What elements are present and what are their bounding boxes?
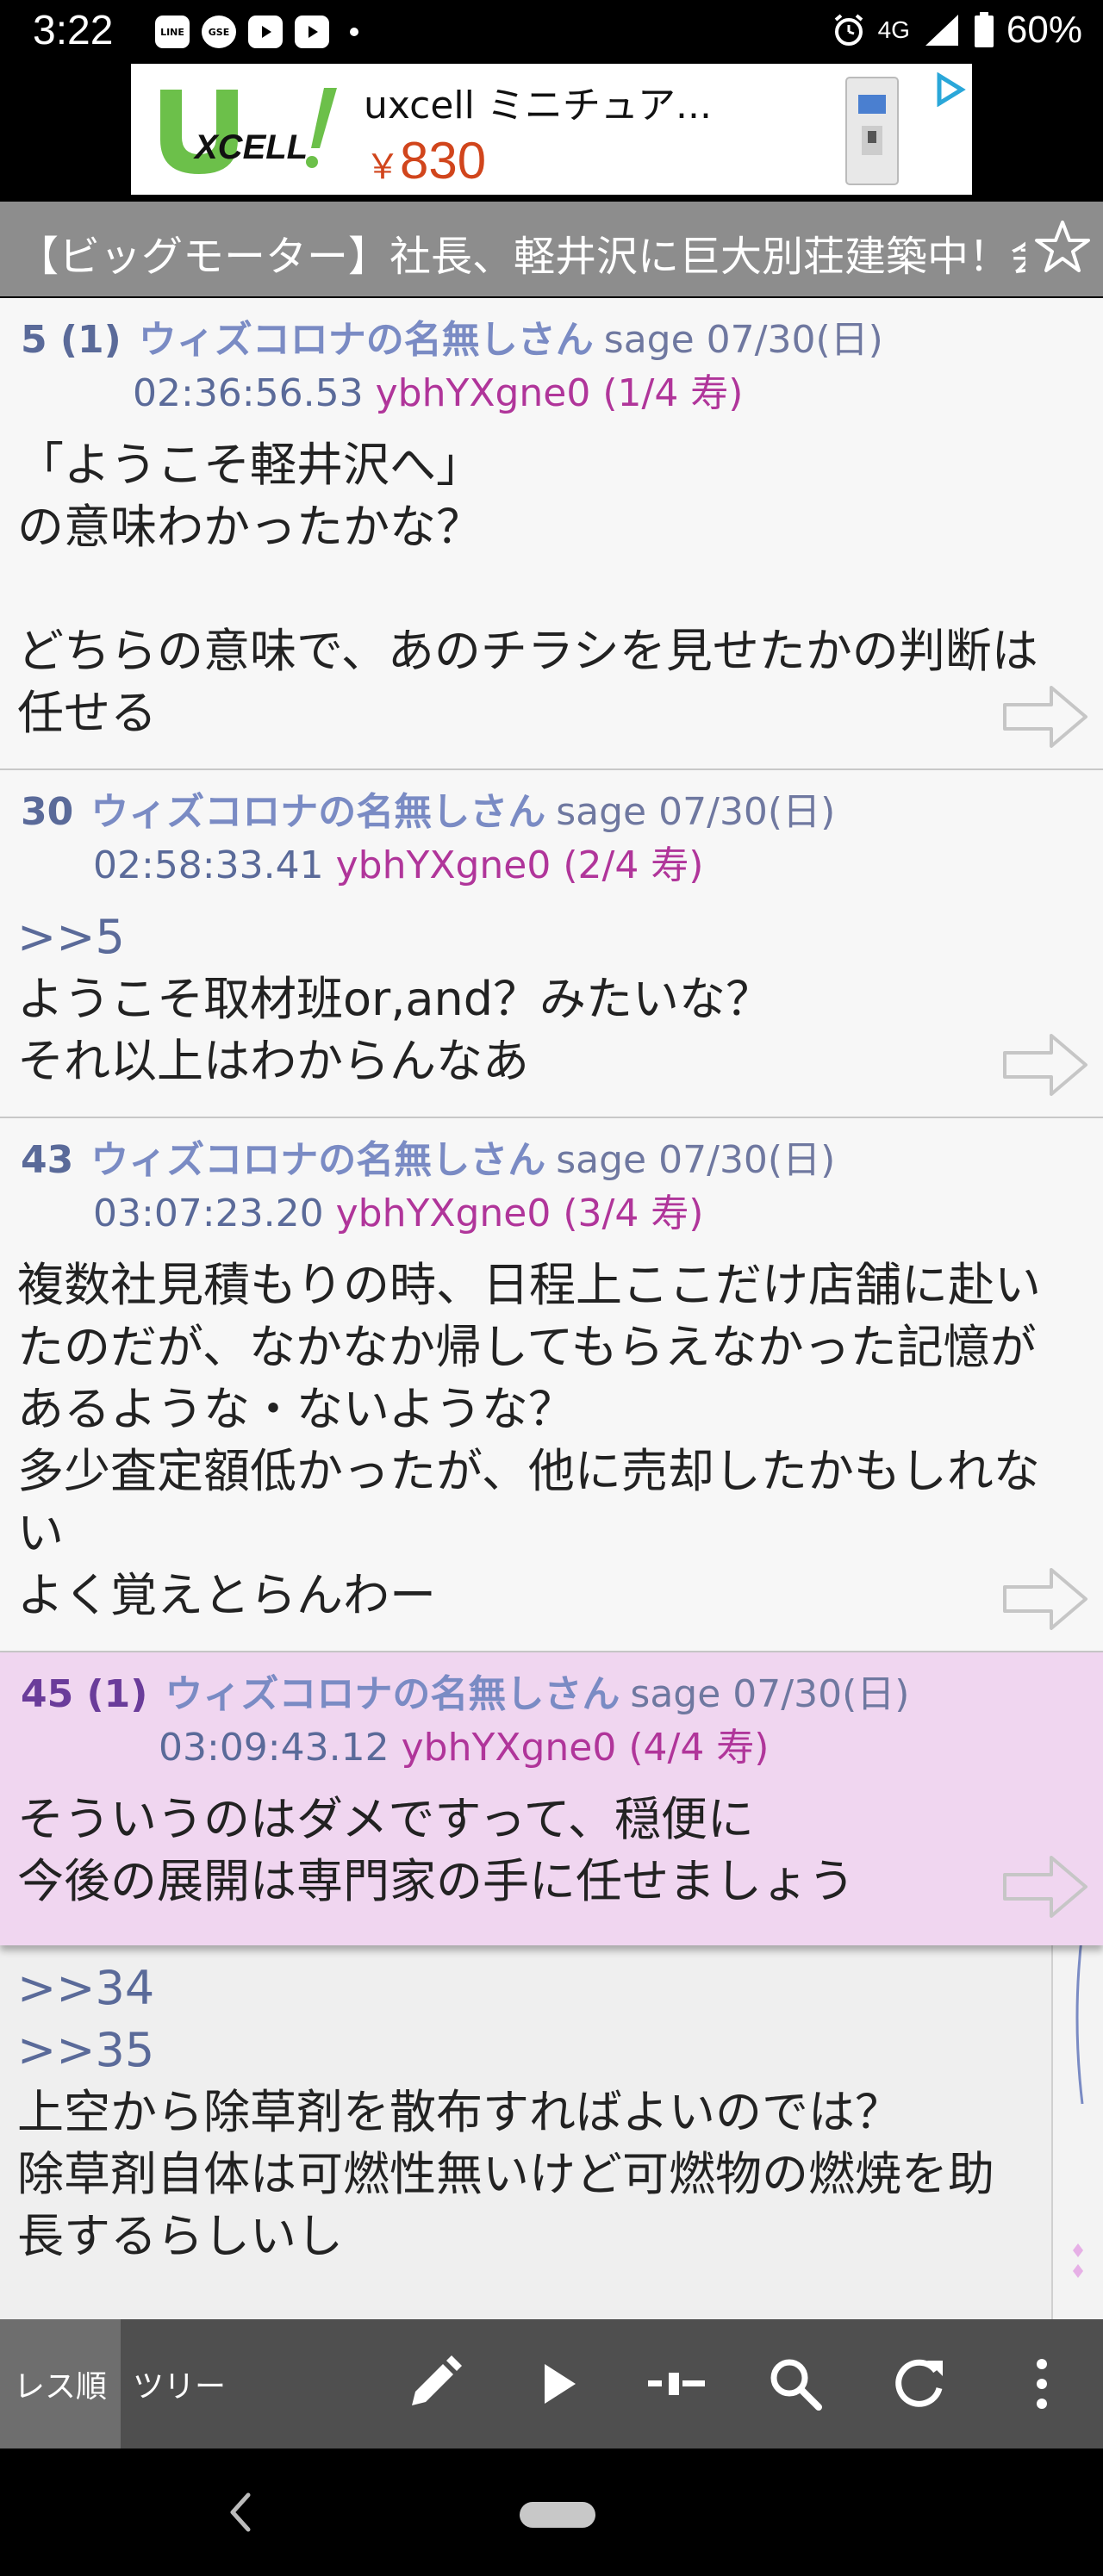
post-id[interactable]: ybhYXgne0 (1/4 寿) (376, 371, 744, 415)
bottom-toolbar: レス順 ツリー (0, 2319, 1103, 2448)
status-bar: 3:22 LINE GSE 4G 60% (0, 0, 1103, 65)
anchor-link[interactable]: >>34 (17, 1961, 154, 2015)
post-date: 07/30(日) (706, 318, 883, 362)
post-time: 02:58:33.41 (93, 843, 324, 887)
status-time: 3:22 (33, 8, 114, 53)
network-type: 4G (877, 16, 910, 43)
thread-content: 5 (1) ウィズコロナの名無しさん sage 07/30(日) 02:36:56.… (0, 298, 1103, 2319)
underlying-post-text: 上空から除草剤を散布すればよいのでは？ 除草剤自体は可燃性無いけど可燃物の燃焼を… (17, 2085, 994, 2263)
post-body: >>5 ようこそ取材班or,and？みたいな？ それ以上はわからんなあ (17, 906, 1051, 1092)
star-icon[interactable] (1032, 217, 1093, 277)
thread-title: 【ビッグモーター】社長、軽井沢に巨大別荘建築中！会 (17, 233, 1025, 281)
post-id[interactable]: ybhYXgne0 (3/4 寿) (336, 1192, 704, 1235)
line-icon: LINE (155, 16, 190, 48)
battery-icon (974, 12, 994, 47)
post-body: 複数社見積もりの時、日程上ここだけ店舗に赴いたのだが、なかなか帰してもらえなかっ… (17, 1258, 1041, 1622)
back-icon[interactable] (215, 2486, 267, 2538)
ad-banner[interactable]: XCELL uxcell ミニチュア... ￥830 (131, 64, 972, 195)
refresh-icon[interactable] (888, 2352, 951, 2416)
post-date: 07/30(日) (658, 790, 836, 834)
youtube-icon (248, 16, 283, 48)
post-mail: sage (556, 1138, 647, 1182)
ad-brand-text: XCELL (193, 128, 308, 166)
post-header: 45 (1) ウィズコロナの名無しさん sage 07/30(日) 03:09:43… (21, 1668, 1081, 1775)
post-number[interactable]: 30 (21, 790, 73, 834)
post-time: 03:07:23.20 (93, 1192, 324, 1235)
post-date: 07/30(日) (658, 1138, 836, 1182)
post-body: そういうのはダメですって、穏便に 今後の展開は専門家の手に任せましょう (17, 1792, 855, 1908)
poster-name[interactable]: ウィズコロナの名無しさん (90, 790, 545, 834)
uxcell-logo: XCELL (160, 88, 337, 174)
post-number[interactable]: 5 (1) (21, 318, 122, 362)
post-number[interactable]: 45 (1) (21, 1672, 147, 1716)
poster-name[interactable]: ウィズコロナの名無しさん (139, 318, 594, 362)
post-time: 02:36:56.53 (133, 371, 364, 415)
post-date: 07/30(日) (732, 1672, 910, 1716)
post-body-text: ようこそ取材班or,and？みたいな？ それ以上はわからんなあ (17, 972, 772, 1088)
post-mail: sage (603, 318, 695, 362)
thread-title-bar: 【ビッグモーター】社長、軽井沢に巨大別荘建築中！会 (0, 202, 1103, 296)
anchor-link[interactable]: >>35 (17, 2023, 154, 2077)
poster-name[interactable]: ウィズコロナの名無しさん (165, 1672, 620, 1716)
reply-arrow-icon[interactable] (1001, 1852, 1091, 1921)
post-mail: sage (630, 1672, 721, 1716)
ad-price-symbol: ￥ (365, 148, 400, 186)
reply-arrow-icon[interactable] (1001, 682, 1091, 751)
post-item-highlighted: 45 (1) ウィズコロナの名無しさん sage 07/30(日) 03:09:43… (0, 1652, 1103, 1945)
post-header: 43 ウィズコロナの名無しさん sage 07/30(日) 03:07:23.20 … (21, 1134, 1081, 1241)
more-icon[interactable] (1010, 2352, 1074, 2416)
more-notifications-dot (350, 28, 358, 36)
reply-arrow-icon[interactable] (1001, 1565, 1091, 1633)
status-indicators: 4G 60% (832, 9, 1082, 52)
post-body: 「ようこそ軽井沢へ」 の意味わかったかな？ どちらの意味で、あのチラシを見せたか… (17, 438, 1038, 740)
underlying-post-body: >>34 >>35 上空から除草剤を散布すればよいのでは？ 除草剤自体は可燃性無… (17, 1957, 1034, 2268)
tab-tree[interactable]: ツリー (133, 2319, 226, 2448)
pencil-icon[interactable] (402, 2352, 465, 2416)
post-time: 03:09:43.12 (159, 1726, 389, 1770)
system-navigation-bar (0, 2448, 1103, 2576)
post-number[interactable]: 43 (21, 1138, 73, 1182)
post-id[interactable]: ybhYXgne0 (4/4 寿) (402, 1726, 770, 1770)
post-item: 5 (1) ウィズコロナの名無しさん sage 07/30(日) 02:36:56.… (0, 298, 1103, 770)
ad-product-name: uxcell ミニチュア... (364, 84, 712, 128)
ad-product-image (845, 77, 899, 185)
post-item: 43 ウィズコロナの名無しさん sage 07/30(日) 03:07:23.20 … (0, 1118, 1103, 1652)
ad-price: ￥830 (365, 131, 486, 190)
post-item: 30 ウィズコロナの名無しさん sage 07/30(日) 02:58:33.41 … (0, 770, 1103, 1118)
post-mail: sage (556, 790, 647, 834)
ad-choices-icon[interactable] (932, 72, 967, 107)
search-icon[interactable] (763, 2352, 827, 2416)
post-anchor-link[interactable]: >>5 (17, 910, 125, 964)
home-pill[interactable] (520, 2502, 595, 2528)
play-icon[interactable] (526, 2352, 589, 2416)
scroll-track (1073, 1931, 1084, 2278)
post-id[interactable]: ybhYXgne0 (2/4 寿) (336, 843, 704, 887)
post-header: 30 ウィズコロナの名無しさん sage 07/30(日) 02:58:33.41 … (21, 786, 1081, 893)
post-header: 5 (1) ウィズコロナの名無しさん sage 07/30(日) 02:36:56.… (21, 314, 1081, 420)
reply-arrow-icon[interactable] (1001, 1030, 1091, 1099)
battery-level: 60% (1006, 9, 1082, 51)
ad-price-value: 830 (400, 132, 487, 190)
youtube-icon (295, 16, 329, 48)
alarm-icon (834, 14, 863, 46)
scrollbar[interactable] (1051, 1931, 1103, 2319)
gse-icon: GSE (202, 16, 236, 48)
notification-icons: LINE GSE (155, 16, 358, 48)
poster-name[interactable]: ウィズコロナの名無しさん (90, 1138, 545, 1182)
jump-icon[interactable] (645, 2352, 708, 2416)
signal-icon (925, 15, 958, 46)
tab-reply-order[interactable]: レス順 (0, 2319, 121, 2448)
